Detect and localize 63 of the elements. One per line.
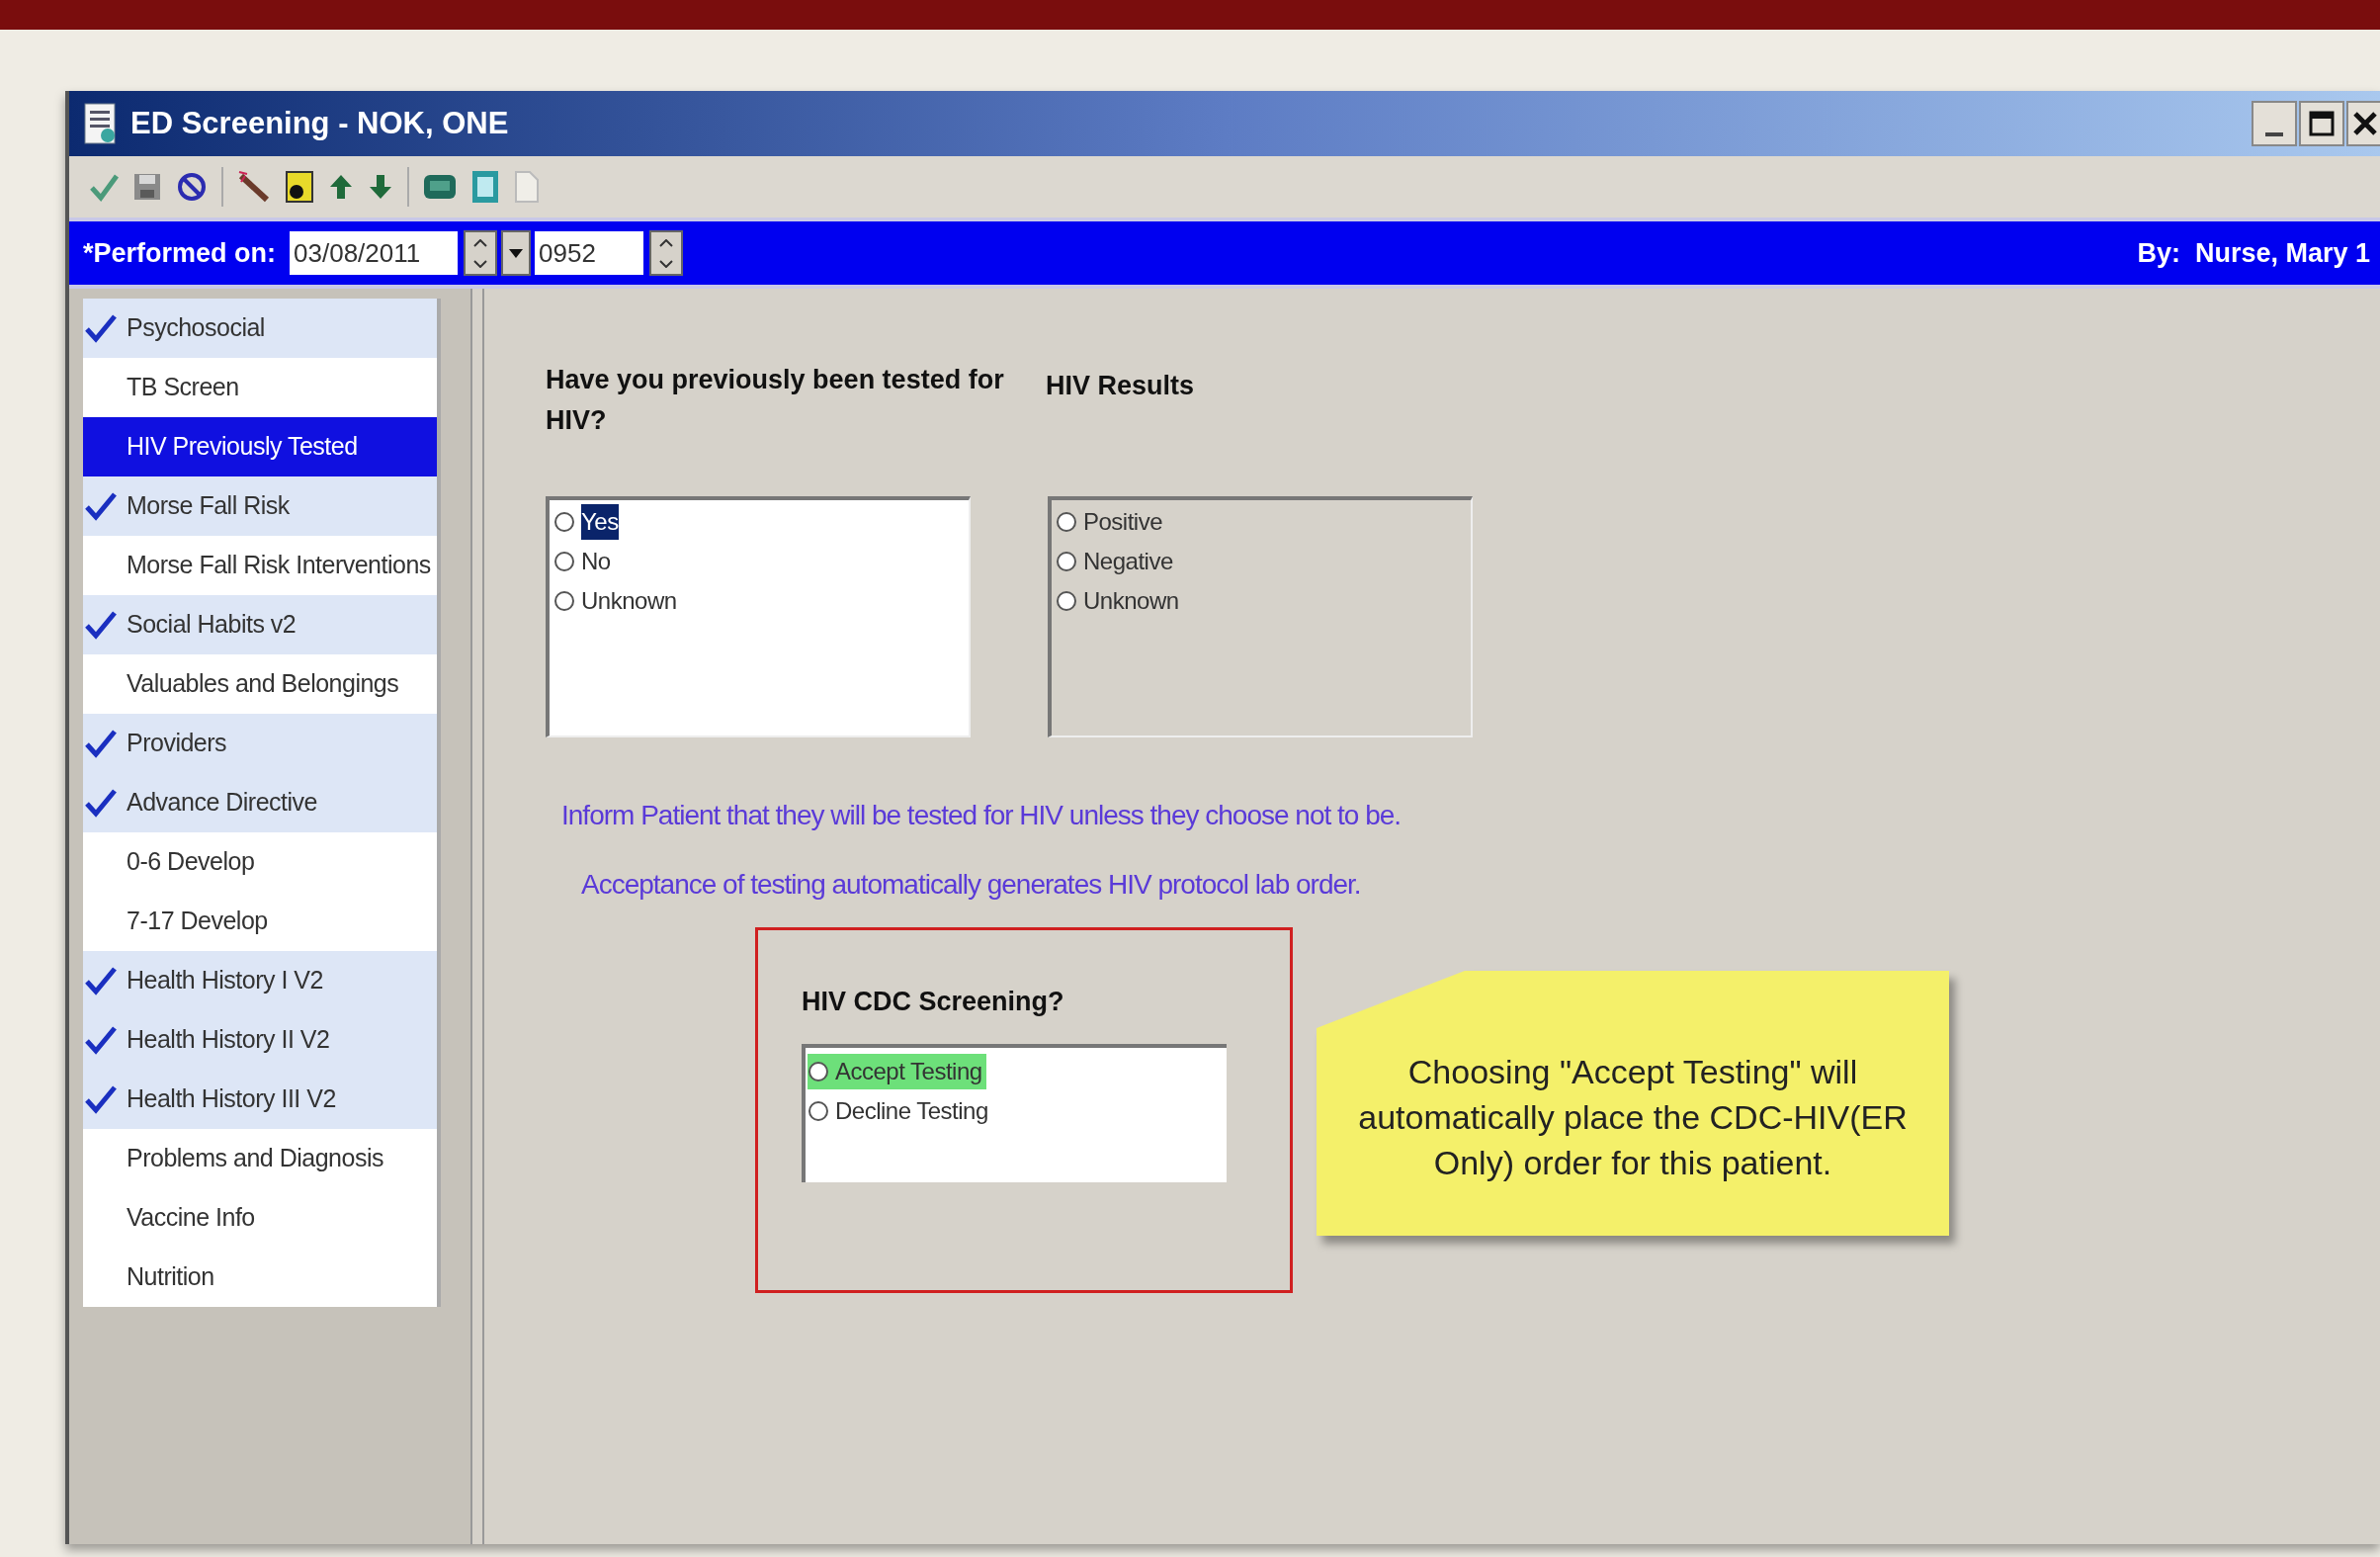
question-label: HIV Results: [1045, 370, 1196, 402]
sidebar-item[interactable]: Social Habits v2: [83, 595, 437, 654]
time-spinner[interactable]: [649, 230, 684, 276]
radio-icon: [1056, 590, 1077, 612]
question-label: Have you previously been tested for HIV?: [546, 364, 1005, 437]
radio-icon: [1056, 511, 1077, 533]
date-spinner[interactable]: [464, 230, 498, 276]
sidebar-item[interactable]: 7-17 Develop: [83, 892, 437, 951]
maximize-icon: [2309, 111, 2335, 136]
close-button[interactable]: [2346, 101, 2380, 146]
document-icon: [83, 102, 119, 145]
sidebar-item[interactable]: Health History II V2: [83, 1010, 437, 1070]
sidebar-item[interactable]: Providers: [83, 714, 437, 773]
close-icon: [2352, 111, 2378, 136]
radio-option[interactable]: Negative: [1056, 544, 1177, 579]
caret-icon: [509, 248, 524, 258]
sidebar-item[interactable]: Psychosocial: [83, 299, 437, 358]
sidebar-item[interactable]: Nutrition: [83, 1248, 437, 1307]
radio-option[interactable]: No: [553, 544, 615, 579]
monitor-icon[interactable]: [423, 173, 457, 201]
sidebar-item[interactable]: Valuables and Belongings: [83, 654, 437, 714]
sidebar-item[interactable]: Problems and Diagnosis: [83, 1129, 437, 1188]
author-label: By: Nurse, Mary 1: [2137, 236, 2370, 270]
radio-icon: [553, 590, 575, 612]
maximize-button[interactable]: [2299, 101, 2344, 146]
radio-icon: [808, 1060, 829, 1082]
sidebar-item[interactable]: 0-6 Develop: [83, 832, 437, 892]
minimize-button[interactable]: [2252, 101, 2297, 146]
radio-option[interactable]: Positive: [1056, 504, 1167, 540]
sidebar-item[interactable]: Morse Fall Risk Interventions: [83, 536, 437, 595]
radio-option[interactable]: Accept Testing: [808, 1053, 986, 1089]
minimize-icon: [2265, 132, 2283, 136]
date-field[interactable]: 03/08/2011: [290, 231, 459, 275]
note-icon[interactable]: [285, 170, 314, 204]
sidebar-item[interactable]: HIV Previously Tested: [83, 417, 437, 476]
radio-option[interactable]: Unknown: [1056, 583, 1183, 619]
sidebar-item[interactable]: Morse Fall Risk: [83, 476, 437, 536]
window-title: ED Screening - NOK, ONE: [130, 104, 509, 142]
radio-icon: [553, 511, 575, 533]
radio-icon: [553, 551, 575, 572]
time-field[interactable]: 0952: [535, 231, 644, 275]
sidebar-item[interactable]: Health History III V2: [83, 1070, 437, 1129]
radio-icon: [1056, 551, 1077, 572]
sidebar-item[interactable]: Advance Directive: [83, 773, 437, 832]
dropdown-button[interactable]: [501, 230, 532, 276]
cancel-icon[interactable]: [176, 171, 208, 203]
down-arrow-icon[interactable]: [368, 173, 393, 201]
question-label: HIV CDC Screening?: [802, 986, 1065, 1018]
radio-option[interactable]: Decline Testing: [808, 1092, 992, 1129]
sidebar-item[interactable]: Health History I V2: [83, 951, 437, 1010]
radio-icon: [808, 1099, 829, 1122]
performed-label: *Performed on:: [83, 236, 277, 270]
document-icon[interactable]: [470, 169, 500, 205]
radio-option[interactable]: Unknown: [553, 583, 681, 619]
info-text: Acceptance of testing automatically generates HIV protocol lab order.: [581, 868, 1362, 902]
check-icon[interactable]: [89, 172, 119, 202]
save-icon[interactable]: [132, 172, 162, 202]
sidebar-item[interactable]: Vaccine Info: [83, 1188, 437, 1248]
sticky-note: Choosing "Accept Testing" will automatically place the CDC-HIV(ER Only) order for this patient.: [1317, 971, 1949, 1236]
wand-icon[interactable]: [237, 170, 271, 204]
sidebar-item[interactable]: TB Screen: [83, 358, 437, 417]
info-text: Inform Patient that they will be tested for HIV unless they choose not to be.: [561, 799, 1402, 832]
up-arrow-icon[interactable]: [328, 173, 354, 201]
